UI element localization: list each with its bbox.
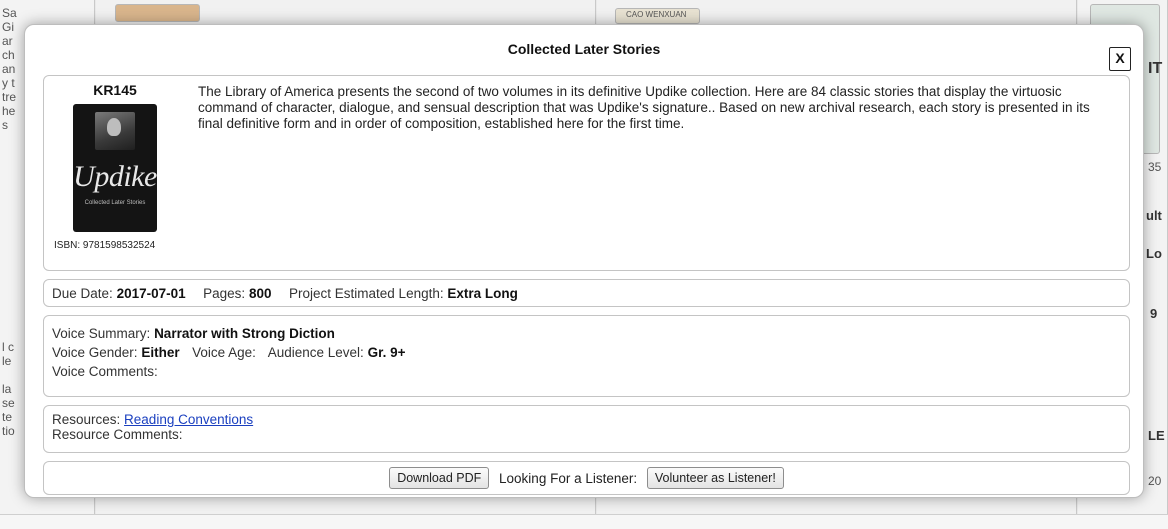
voice-summary-row: Voice Summary: Narrator with Strong Dict…	[52, 324, 1121, 343]
background-right-snippet: 9	[1150, 306, 1158, 321]
resources-row: Resources: Reading Conventions	[52, 412, 1121, 427]
voice-gender-value: Either	[141, 345, 180, 360]
background-right-snippet: Lo	[1146, 246, 1162, 261]
background-right-snippet: 35	[1148, 160, 1162, 174]
voice-comments-label: Voice Comments:	[52, 364, 158, 379]
cover-author-name: Updike	[73, 160, 157, 193]
audience-level-label: Audience Level:	[267, 345, 364, 360]
pages-label: Pages:	[203, 286, 246, 301]
close-button[interactable]: X	[1109, 47, 1131, 71]
isbn: ISBN: 9781598532524	[54, 240, 156, 251]
background-thumb-label: CAO WENXUAN	[626, 10, 687, 19]
book-detail-modal: Collected Later Stories X KR145 Updike C…	[24, 24, 1144, 498]
voice-details-panel: Voice Summary: Narrator with Strong Dict…	[43, 315, 1130, 397]
background-bottom-strip	[0, 514, 1168, 529]
voice-summary-value: Narrator with Strong Diction	[154, 326, 335, 341]
background-right-snippet: ult	[1146, 208, 1162, 223]
background-left-snippets: Sa Gi ar ch an y t tre he s	[2, 6, 17, 132]
volunteer-listener-button[interactable]: Volunteer as Listener!	[646, 467, 784, 489]
length-label: Project Estimated Length:	[289, 286, 444, 301]
resources-label: Resources:	[52, 412, 121, 427]
voice-summary-label: Voice Summary:	[52, 326, 151, 341]
pages-value: 800	[248, 286, 272, 301]
reading-conventions-link[interactable]: Reading Conventions	[124, 412, 253, 427]
due-date-value: 2017-07-01	[116, 286, 186, 301]
voice-age-label: Voice Age:	[192, 345, 256, 360]
actions-panel: Download PDF Looking For a Listener: Vol…	[43, 461, 1130, 495]
resource-comments-row: Resource Comments:	[52, 427, 1121, 442]
background-right-snippet: IT	[1148, 60, 1163, 77]
download-pdf-button[interactable]: Download PDF	[389, 467, 490, 489]
book-cover-column: KR145 Updike Collected Later Stories ISB…	[52, 82, 178, 251]
book-cover-image: Updike Collected Later Stories	[73, 104, 157, 232]
book-code: KR145	[93, 82, 137, 98]
background-book-thumb	[115, 4, 200, 22]
project-details-panel: Due Date: 2017-07-01 Pages: 800 Project …	[43, 279, 1130, 307]
length-value: Extra Long	[447, 286, 518, 301]
voice-comments-row: Voice Comments:	[52, 362, 1121, 381]
modal-title: Collected Later Stories	[507, 41, 661, 57]
background-left-lower-snippets: l c le la se te tio	[2, 340, 15, 438]
voice-gender-label: Voice Gender:	[52, 345, 138, 360]
due-date-label: Due Date:	[52, 286, 113, 301]
audience-level-value: Gr. 9+	[367, 345, 406, 360]
background-book-thumb: CAO WENXUAN	[615, 8, 700, 24]
cover-subtitle: Collected Later Stories	[84, 200, 146, 206]
listener-label: Looking For a Listener:	[499, 470, 638, 486]
resources-panel: Resources: Reading Conventions Resource …	[43, 405, 1130, 453]
voice-attributes-row: Voice Gender: Either Voice Age: Audience…	[52, 343, 1121, 362]
book-info-panel: KR145 Updike Collected Later Stories ISB…	[43, 75, 1130, 271]
book-description: The Library of America presents the seco…	[198, 84, 1090, 131]
author-photo	[95, 112, 135, 150]
resource-comments-label: Resource Comments:	[52, 427, 183, 442]
background-right-snippet: LE	[1148, 428, 1165, 443]
background-right-snippet: 20	[1148, 474, 1162, 488]
